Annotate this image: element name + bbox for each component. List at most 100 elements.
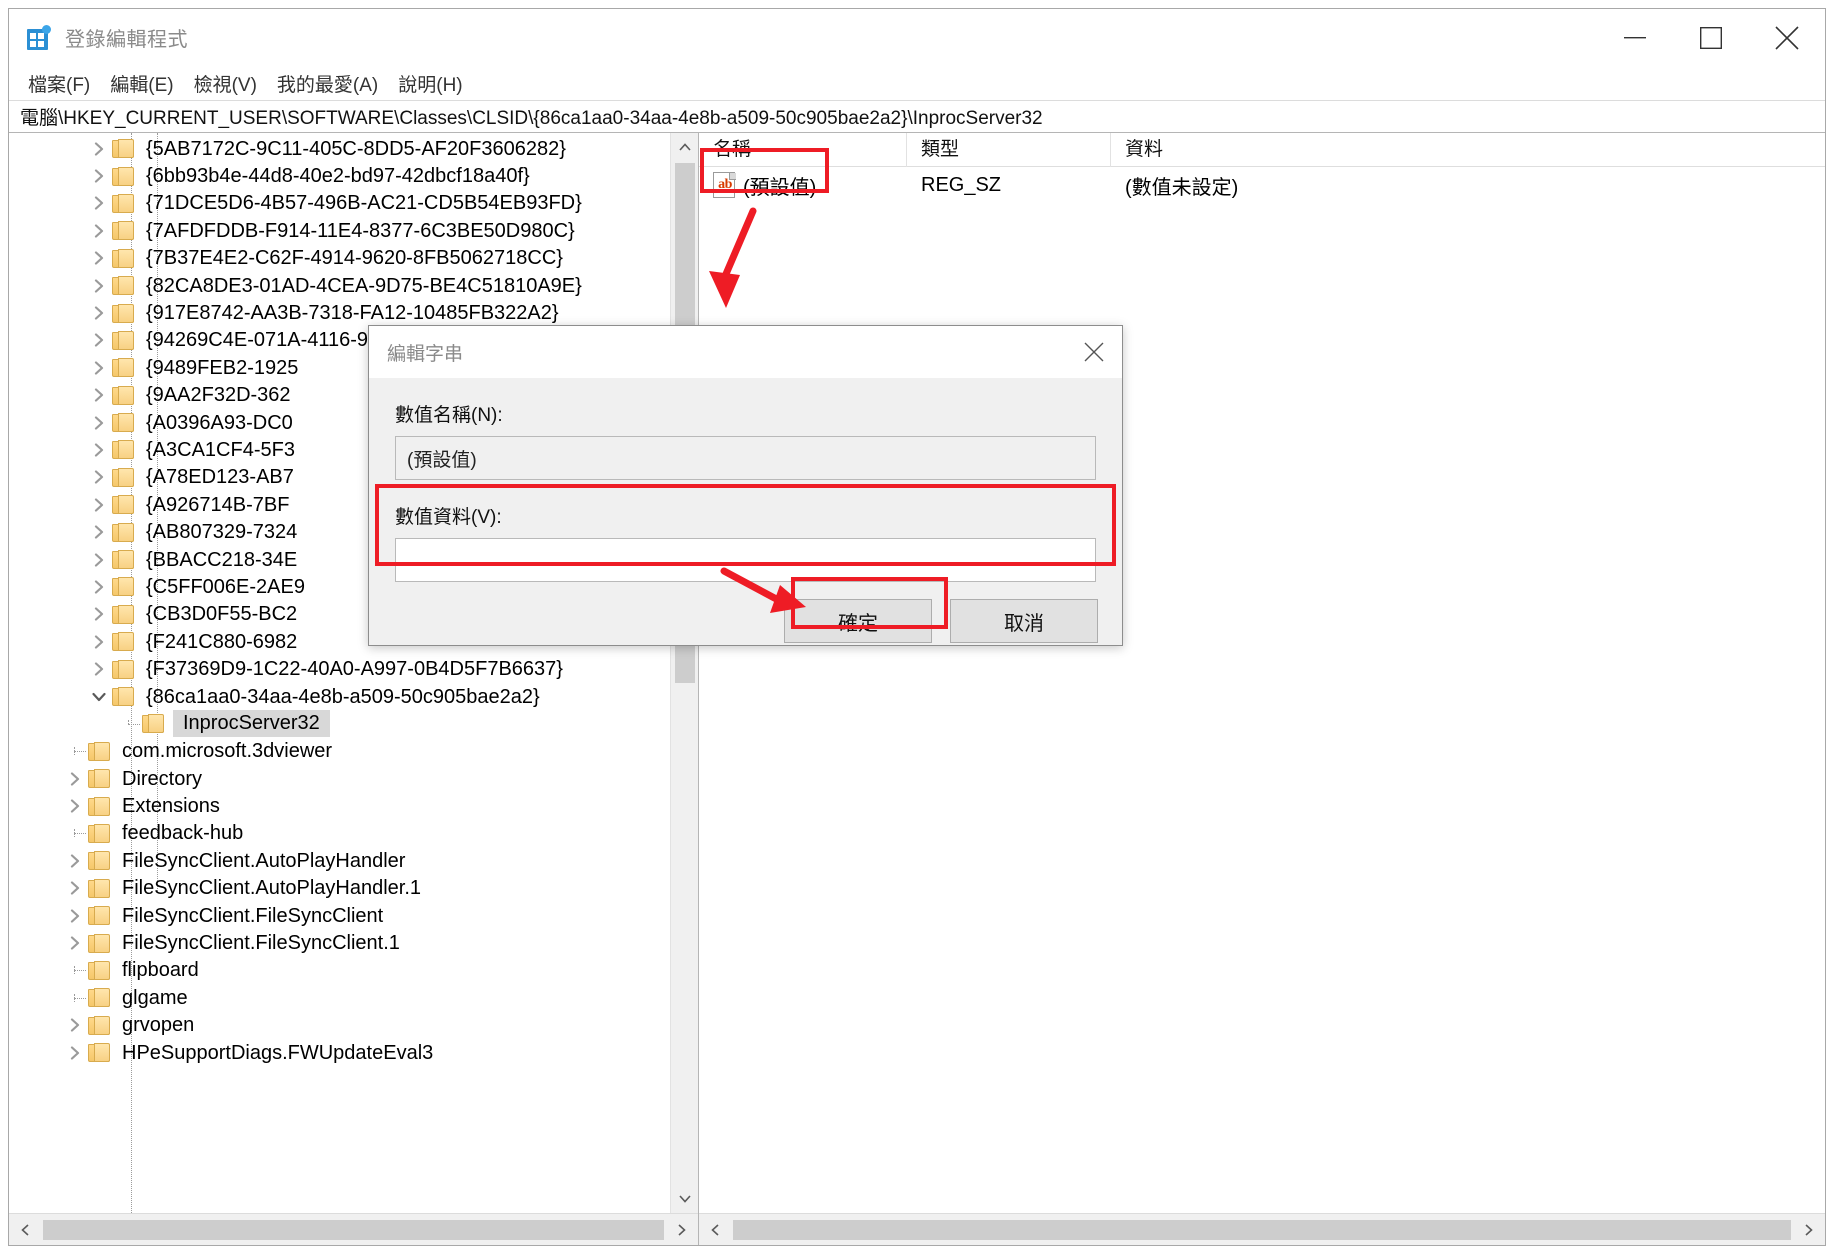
tree-hscroll-thumb[interactable]	[43, 1219, 664, 1240]
chevron-right-icon[interactable]	[86, 498, 112, 512]
values-hscroll-thumb[interactable]	[733, 1219, 1791, 1240]
ok-button[interactable]: 確定	[784, 599, 932, 643]
chevron-right-icon[interactable]	[62, 936, 88, 950]
menu-favorites[interactable]: 我的最愛(A)	[270, 68, 385, 99]
tree-horizontal-scrollbar[interactable]	[9, 1213, 698, 1245]
ab-string-icon: ab	[713, 172, 737, 198]
menu-help[interactable]: 說明(H)	[391, 68, 469, 99]
chevron-down-icon[interactable]	[86, 692, 112, 702]
value-data-input[interactable]	[395, 538, 1096, 582]
tree-item[interactable]: com.microsoft.3dviewer	[9, 738, 698, 765]
main-split: {5AB7172C-9C11-405C-8DD5-AF20F3606282} {6…	[9, 132, 1825, 1245]
values-scroll-right-button[interactable]	[1793, 1215, 1825, 1245]
values-pane: 名稱 類型 資料 ab (預設值) REG_SZ (數值未設定)	[699, 132, 1825, 1245]
chevron-right-icon[interactable]	[86, 251, 112, 265]
column-header-type[interactable]: 類型	[907, 132, 1111, 167]
tree-item[interactable]: {7AFDFDDB-F914-11E4-8377-6C3BE50D980C}	[9, 217, 698, 244]
tree-item[interactable]: grvopen	[9, 1012, 698, 1039]
chevron-right-icon[interactable]	[86, 470, 112, 484]
tree-scroll-track[interactable]	[671, 161, 699, 1185]
chevron-right-icon[interactable]	[86, 552, 112, 567]
chevron-right-icon[interactable]	[62, 854, 88, 868]
chevron-right-icon[interactable]	[62, 1045, 88, 1060]
tree-item[interactable]: feedback-hub	[9, 820, 698, 847]
tree-item[interactable]: {5AB7172C-9C11-405C-8DD5-AF20F3606282}	[9, 135, 698, 162]
values-horizontal-scrollbar[interactable]	[699, 1213, 1825, 1245]
chevron-right-icon[interactable]	[62, 799, 88, 813]
tree-item[interactable]: Extensions	[9, 792, 698, 819]
chevron-right-icon[interactable]	[86, 142, 112, 156]
tree-item-label: {F37369D9-1C22-40A0-A997-0B4D5F7B6637}	[146, 658, 563, 681]
menu-bar: 檔案(F) 編輯(E) 檢視(V) 我的最愛(A) 說明(H)	[9, 66, 1825, 100]
chevron-right-icon[interactable]	[86, 662, 112, 676]
tree-item[interactable]: flipboard	[9, 957, 698, 984]
tree-item[interactable]: {71DCE5D6-4B57-496B-AC21-CD5B54EB93FD}	[9, 190, 698, 217]
chevron-right-icon[interactable]	[86, 333, 112, 348]
values-scroll-left-button[interactable]	[699, 1215, 731, 1245]
address-bar[interactable]: 電腦\HKEY_CURRENT_USER\SOFTWARE\Classes\CL…	[9, 100, 1825, 133]
menu-file[interactable]: 檔案(F)	[21, 68, 97, 99]
column-header-data[interactable]: 資料	[1111, 133, 1631, 167]
tree-item-label: {82CA8DE3-01AD-4CEA-9D75-BE4C51810A9E}	[146, 274, 582, 297]
chevron-right-icon[interactable]	[86, 525, 112, 539]
tree-hscroll-track[interactable]	[41, 1215, 666, 1245]
chevron-right-icon[interactable]	[86, 224, 112, 238]
chevron-right-icon[interactable]	[86, 580, 112, 594]
minimize-button[interactable]	[1597, 9, 1673, 66]
chevron-right-icon[interactable]	[86, 635, 112, 649]
tree-item-label: InprocServer32	[173, 710, 330, 738]
folder-icon	[112, 659, 134, 679]
chevron-right-icon[interactable]	[62, 772, 88, 786]
chevron-right-icon[interactable]	[86, 361, 112, 375]
dialog-title: 編輯字串	[387, 343, 464, 365]
column-header-name[interactable]: 名稱	[699, 132, 907, 167]
tree-item[interactable]: {86ca1aa0-34aa-4e8b-a509-50c905bae2a2}	[9, 683, 698, 710]
tree-item[interactable]: {6bb93b4e-44d8-40e2-bd97-42dbcf18a40f}	[9, 162, 698, 189]
maximize-button[interactable]	[1673, 9, 1749, 66]
close-button[interactable]	[1749, 9, 1825, 66]
table-row[interactable]: ab (預設值) REG_SZ (數值未設定)	[699, 167, 1825, 203]
scroll-left-button[interactable]	[9, 1215, 41, 1245]
tree-item-label: {86ca1aa0-34aa-4e8b-a509-50c905bae2a2}	[146, 685, 540, 708]
tree-item[interactable]: {917E8742-AA3B-7318-FA12-10485FB322A2}	[9, 299, 698, 326]
tree-item[interactable]: FileSyncClient.AutoPlayHandler.1	[9, 875, 698, 902]
chevron-right-icon[interactable]	[86, 169, 112, 183]
tree-item-label: grvopen	[122, 1014, 195, 1037]
values-list[interactable]: ab (預設值) REG_SZ (數值未設定)	[699, 167, 1825, 1213]
tree-item[interactable]: FileSyncClient.AutoPlayHandler	[9, 847, 698, 874]
tree-item[interactable]: {7B37E4E2-C62F-4914-9620-8FB5062718CC}	[9, 245, 698, 272]
value-name-input[interactable]: (預設值)	[395, 436, 1096, 480]
scroll-right-button[interactable]	[666, 1215, 698, 1245]
tree-item[interactable]: {82CA8DE3-01AD-4CEA-9D75-BE4C51810A9E}	[9, 272, 698, 299]
key-tree-scroll-area[interactable]: {5AB7172C-9C11-405C-8DD5-AF20F3606282} {6…	[9, 133, 698, 1213]
cancel-button[interactable]: 取消	[950, 599, 1098, 643]
chevron-right-icon[interactable]	[86, 306, 112, 320]
scroll-down-button[interactable]	[671, 1185, 699, 1213]
chevron-right-icon[interactable]	[86, 196, 112, 211]
dialog-close-icon[interactable]	[1066, 326, 1122, 378]
folder-icon	[112, 330, 134, 350]
chevron-right-icon[interactable]	[62, 909, 88, 923]
chevron-right-icon[interactable]	[86, 607, 112, 621]
values-hscroll-track[interactable]	[731, 1215, 1793, 1245]
scroll-up-button[interactable]	[671, 133, 699, 161]
chevron-right-icon[interactable]	[86, 415, 112, 430]
chevron-right-icon[interactable]	[86, 279, 112, 293]
menu-view[interactable]: 檢視(V)	[187, 68, 264, 99]
menu-edit[interactable]: 編輯(E)	[103, 68, 180, 99]
value-name-label: 數值名稱(N):	[395, 405, 503, 426]
tree-item[interactable]: FileSyncClient.FileSyncClient.1	[9, 929, 698, 956]
tree-item[interactable]: FileSyncClient.FileSyncClient	[9, 902, 698, 929]
tree-item-label: glgame	[122, 986, 188, 1009]
tree-vertical-scrollbar[interactable]	[670, 133, 698, 1213]
tree-item[interactable]: HPeSupportDiags.FWUpdateEval3	[9, 1039, 698, 1066]
tree-item[interactable]: glgame	[9, 984, 698, 1011]
folder-icon	[112, 440, 134, 460]
chevron-right-icon[interactable]	[62, 1018, 88, 1032]
tree-item[interactable]: InprocServer32	[9, 710, 698, 738]
chevron-right-icon[interactable]	[86, 388, 112, 402]
value-name-cell[interactable]: ab (預設值)	[699, 171, 907, 200]
chevron-right-icon[interactable]	[62, 881, 88, 895]
tree-item[interactable]: Directory	[9, 765, 698, 792]
chevron-right-icon[interactable]	[86, 443, 112, 457]
